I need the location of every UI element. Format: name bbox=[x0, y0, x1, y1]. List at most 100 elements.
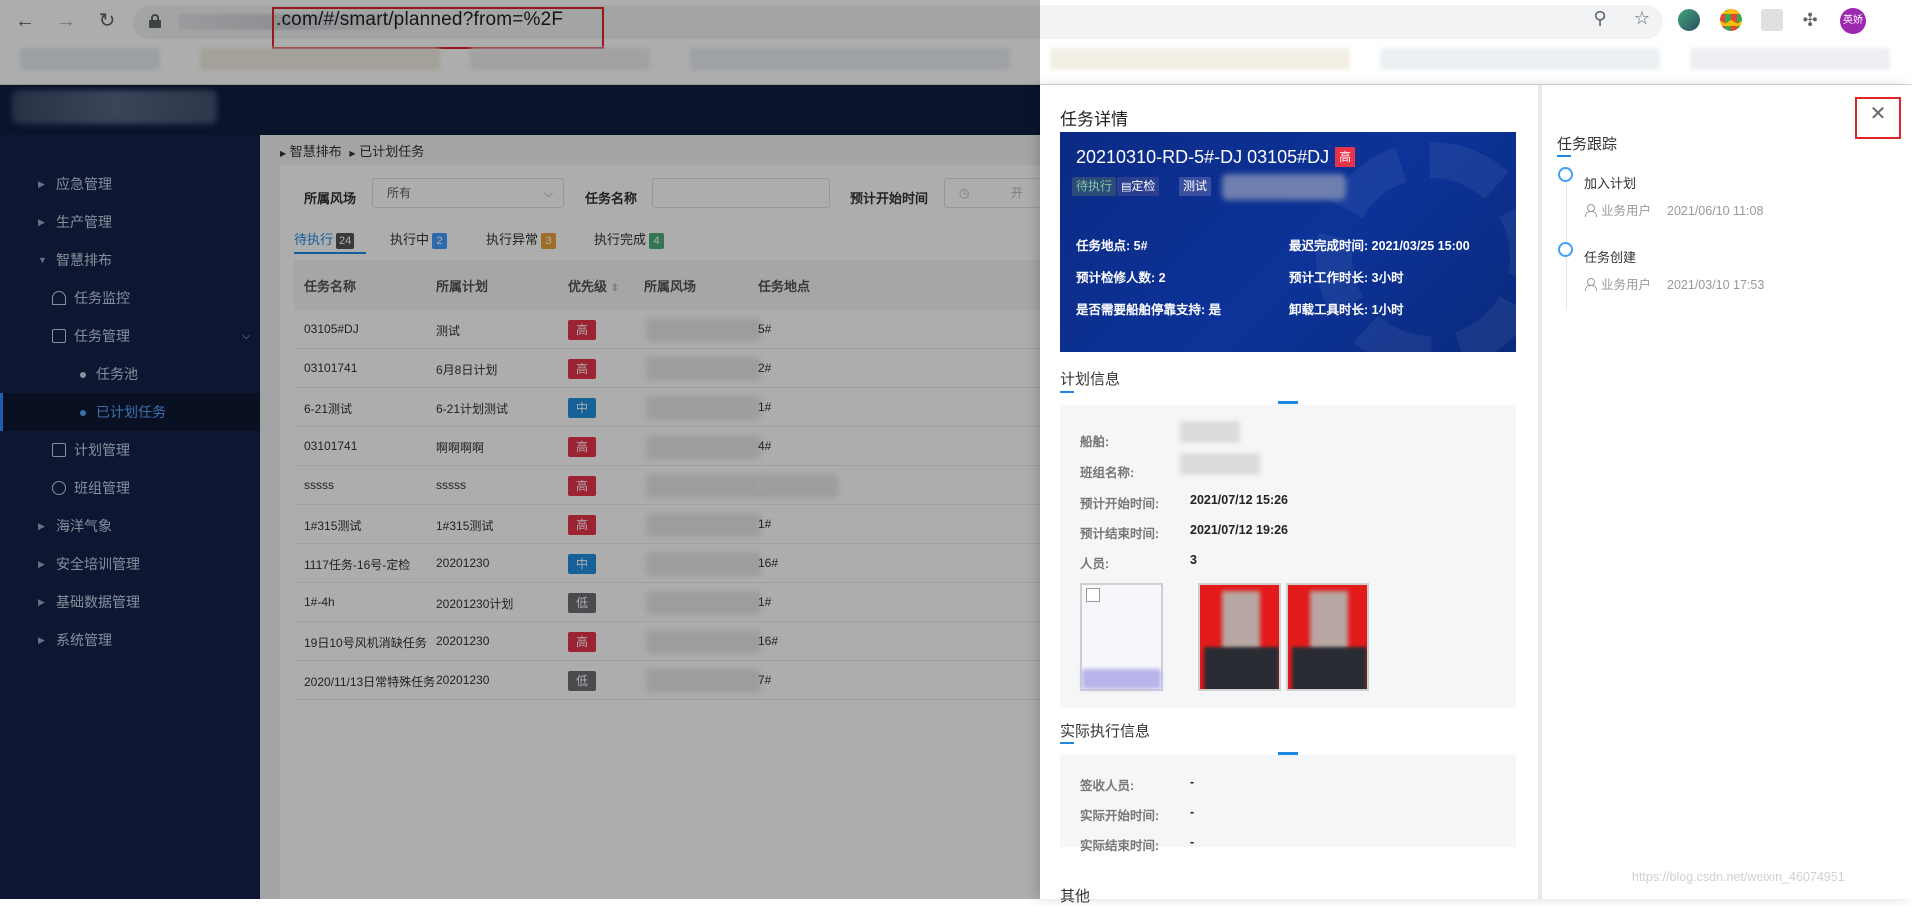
close-icon[interactable]: ✕ bbox=[1867, 103, 1889, 125]
user-icon bbox=[1585, 278, 1597, 291]
blurred-wind-field bbox=[646, 474, 761, 498]
actual-end-value: - bbox=[1190, 835, 1195, 849]
sidebar-item-plan-management[interactable]: 计划管理 bbox=[0, 431, 260, 469]
staff-photo[interactable] bbox=[1198, 583, 1281, 691]
forward-arrow-icon[interactable]: → bbox=[55, 10, 77, 32]
signer-label: 签收人员: bbox=[1080, 779, 1135, 793]
cell-location: 16# bbox=[758, 556, 779, 570]
breadcrumb-item-planned: 已计划任务 bbox=[359, 144, 425, 159]
priority-badge: 低 bbox=[568, 593, 596, 613]
sidebar-item-task-pool[interactable]: 任务池 bbox=[0, 355, 260, 393]
sidebar-item-planned-tasks[interactable]: 已计划任务 bbox=[0, 393, 260, 431]
caret-down-icon: ▼ bbox=[38, 255, 47, 265]
table-row[interactable]: 03105#DJ 测试 高 5# bbox=[294, 310, 1040, 349]
sidebar-item-weather[interactable]: ▶ 海洋气象 bbox=[0, 507, 260, 545]
user-icon bbox=[1585, 204, 1597, 217]
site-info: 任务地点: 5# bbox=[1076, 239, 1148, 253]
cell-plan: sssss bbox=[436, 478, 466, 492]
table-row[interactable]: sssss sssss 高 bbox=[294, 466, 1040, 505]
cell-location: 5# bbox=[758, 322, 772, 336]
sidebar-item-task-management[interactable]: 任务管理 ⌵ bbox=[0, 317, 260, 355]
sidebar-item-smart-schedule[interactable]: ▼ 智慧排布 bbox=[0, 241, 260, 279]
sidebar-item-base-data[interactable]: ▶ 基础数据管理 bbox=[0, 583, 260, 621]
color-extension-icon[interactable] bbox=[1720, 9, 1742, 31]
chevron-down-icon: ⌵ bbox=[543, 186, 553, 200]
plan-info-title: 计划信息 bbox=[1060, 371, 1121, 388]
timeline-event-name: 加入计划 bbox=[1584, 176, 1637, 191]
priority-badge: 高 bbox=[568, 476, 596, 496]
vue-devtools-icon[interactable] bbox=[1678, 9, 1700, 31]
cell-plan: 6-21计划测试 bbox=[436, 402, 509, 416]
watermark: https://blog.csdn.net/weixin_46074951 bbox=[1632, 870, 1845, 884]
staff-photo[interactable] bbox=[1286, 583, 1369, 691]
cell-plan: 20201230计划 bbox=[436, 597, 514, 611]
wind-field-select[interactable]: 所有 ⌵ bbox=[372, 178, 564, 208]
table-row[interactable]: 6-21测试 6-21计划测试 中 1# bbox=[294, 388, 1040, 427]
blurred-wind-field bbox=[646, 435, 761, 459]
table-row[interactable]: 19日10号风机消缺任务 20201230 高 16# bbox=[294, 622, 1040, 661]
reload-icon[interactable]: ↻ bbox=[96, 10, 118, 32]
collapse-handle[interactable] bbox=[1278, 401, 1298, 404]
profile-avatar[interactable]: 英娇 bbox=[1840, 8, 1866, 34]
tab-exception[interactable]: 执行异常 3 bbox=[486, 229, 557, 249]
cell-location: 1# bbox=[758, 517, 772, 531]
list-icon bbox=[52, 329, 66, 343]
task-name-input[interactable] bbox=[652, 178, 830, 208]
timeline-dot-icon bbox=[1558, 242, 1573, 257]
start-time-picker[interactable]: ◷ 开 bbox=[944, 178, 1040, 208]
sidebar-item-team-management[interactable]: 班组管理 bbox=[0, 469, 260, 507]
chevron-down-icon: ⌵ bbox=[242, 330, 251, 342]
signer-value: - bbox=[1190, 775, 1195, 789]
tab-pending[interactable]: 待执行 24 bbox=[294, 229, 355, 249]
table-row[interactable]: 03101741 啊啊啊啊 高 4# bbox=[294, 427, 1040, 466]
zoom-icon[interactable]: ⚲ bbox=[1590, 8, 1610, 28]
blurred-extension-icon[interactable] bbox=[1761, 9, 1783, 31]
wind-field-label: 所属风场 bbox=[304, 191, 357, 206]
plan-start-label: 预计开始时间: bbox=[1080, 497, 1160, 511]
timeline-dot-icon bbox=[1558, 167, 1573, 182]
sidebar-item-emergency[interactable]: ▶ 应急管理 bbox=[0, 165, 260, 203]
cell-location: 2# bbox=[758, 361, 772, 375]
type-tag: ▤定检 bbox=[1117, 177, 1160, 196]
cell-plan: 20201230 bbox=[436, 673, 490, 687]
section-underline bbox=[1557, 155, 1571, 157]
blurred-location bbox=[758, 474, 838, 498]
caret-right-icon: ▶ bbox=[38, 217, 45, 227]
team-icon bbox=[52, 481, 66, 495]
table-row[interactable]: 03101741 6月8日计划 高 2# bbox=[294, 349, 1040, 388]
cell-plan: 测试 bbox=[436, 324, 461, 338]
table-row[interactable]: 1#315测试 1#315测试 高 1# bbox=[294, 505, 1040, 544]
bullet-icon bbox=[80, 372, 86, 378]
app-header bbox=[0, 85, 1040, 135]
lock-icon[interactable] bbox=[149, 14, 161, 28]
table-row[interactable]: 1117任务-16号-定检 20201230 中 16# bbox=[294, 544, 1040, 583]
cell-plan: 啊啊啊啊 bbox=[436, 441, 485, 455]
tab-count-badge: 2 bbox=[432, 233, 448, 249]
timeline-event-meta: 业务用户 2021/06/10 11:08 bbox=[1585, 200, 1763, 219]
sidebar-item-safety-training[interactable]: ▶ 安全培训管理 bbox=[0, 545, 260, 583]
blurred-wind-field bbox=[646, 630, 761, 654]
blurred-team-value bbox=[1180, 453, 1260, 475]
sidebar-item-production[interactable]: ▶ 生产管理 bbox=[0, 203, 260, 241]
plan-end-label: 预计结束时间: bbox=[1080, 527, 1160, 541]
staff-photo-placeholder[interactable] bbox=[1080, 583, 1163, 691]
sidebar-item-system[interactable]: ▶ 系统管理 bbox=[0, 621, 260, 659]
back-arrow-icon[interactable]: ← bbox=[14, 10, 36, 32]
cell-plan: 6月8日计划 bbox=[436, 363, 498, 377]
task-code: 20210310-RD-5#-DJ 03105#DJ 高 bbox=[1076, 147, 1356, 168]
blurred-tag bbox=[1222, 174, 1346, 200]
puzzle-extensions-icon[interactable]: ✣ bbox=[1800, 10, 1820, 30]
tab-completed[interactable]: 执行完成 4 bbox=[594, 229, 665, 249]
sidebar-item-task-monitor[interactable]: 任务监控 bbox=[0, 279, 260, 317]
actual-info-title: 实际执行信息 bbox=[1060, 723, 1151, 740]
ship-label: 船舶: bbox=[1080, 435, 1110, 449]
table-row[interactable]: 1#-4h 20201230计划 低 1# bbox=[294, 583, 1040, 622]
document-icon bbox=[52, 443, 66, 457]
column-header-sortable[interactable]: 优先级 ⇕ bbox=[568, 276, 619, 295]
tab-count-badge: 4 bbox=[649, 233, 665, 249]
breadcrumb-item-smart[interactable]: 智慧排布 bbox=[290, 144, 342, 159]
tab-executing[interactable]: 执行中 2 bbox=[390, 229, 448, 249]
bookmark-star-icon[interactable]: ☆ bbox=[1632, 8, 1652, 28]
table-row[interactable]: 2020/11/13日常特殊任务 20201230 低 7# bbox=[294, 661, 1040, 700]
caret-right-icon: ▶ bbox=[349, 149, 356, 158]
